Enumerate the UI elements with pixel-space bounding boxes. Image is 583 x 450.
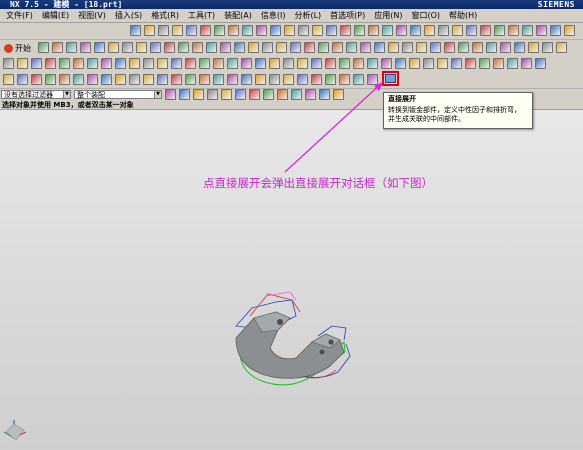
tooltip: 直接展开 转换到钣金部件，定义中性因子和排折弯， 并生成关联的中间部件。	[383, 92, 533, 129]
annotation-text: 点直接展开会弹出直接展开对话框（如下图）	[203, 176, 433, 190]
tooltip-title: 直接展开	[388, 95, 416, 103]
tooltip-body-line2: 并生成关联的中间部件。	[388, 115, 465, 123]
tooltip-body-line1: 转换到钣金部件，定义中性因子和排折弯，	[388, 106, 521, 114]
annotation-arrow	[284, 81, 384, 173]
